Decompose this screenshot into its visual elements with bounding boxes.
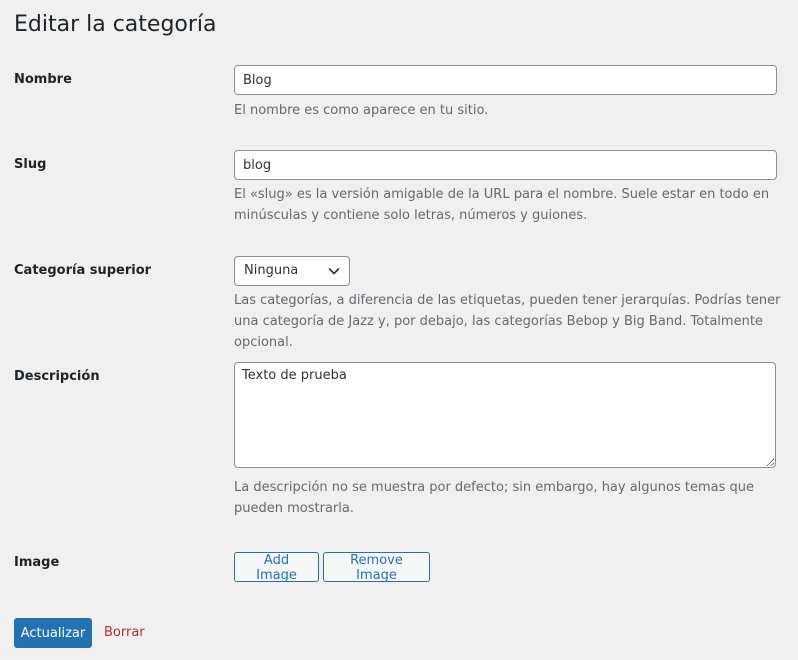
- parent-category-help-text: Las categorías, a diferencia de las etiq…: [234, 293, 781, 350]
- description-label: Descripción: [14, 369, 100, 384]
- chevron-down-icon: [328, 268, 340, 275]
- name-label: Nombre: [14, 72, 72, 87]
- parent-category-label: Categoría superior: [14, 263, 152, 278]
- image-label: Image: [14, 555, 60, 570]
- remove-image-button[interactable]: Remove Image: [323, 552, 430, 583]
- delete-link[interactable]: Borrar: [104, 624, 145, 642]
- parent-category-selected: Ninguna: [244, 263, 299, 278]
- slug-label: Slug: [14, 157, 47, 172]
- page-title: Editar la categoría: [14, 12, 217, 37]
- add-image-button[interactable]: Add Image: [234, 552, 319, 583]
- edit-category-page: Editar la categoría Nombre El nombre es …: [0, 0, 798, 660]
- slug-input[interactable]: [234, 150, 777, 180]
- description-textarea[interactable]: Texto de prueba: [234, 362, 776, 468]
- update-button[interactable]: Actualizar: [14, 618, 92, 648]
- description-help-text: La descripción no se muestra por defecto…: [234, 480, 755, 516]
- name-help-text: El nombre es como aparece en tu sitio.: [234, 103, 489, 118]
- slug-help-text: El «slug» es la versión amigable de la U…: [234, 187, 770, 223]
- name-input[interactable]: [234, 65, 777, 95]
- parent-category-select[interactable]: Ninguna: [234, 256, 350, 286]
